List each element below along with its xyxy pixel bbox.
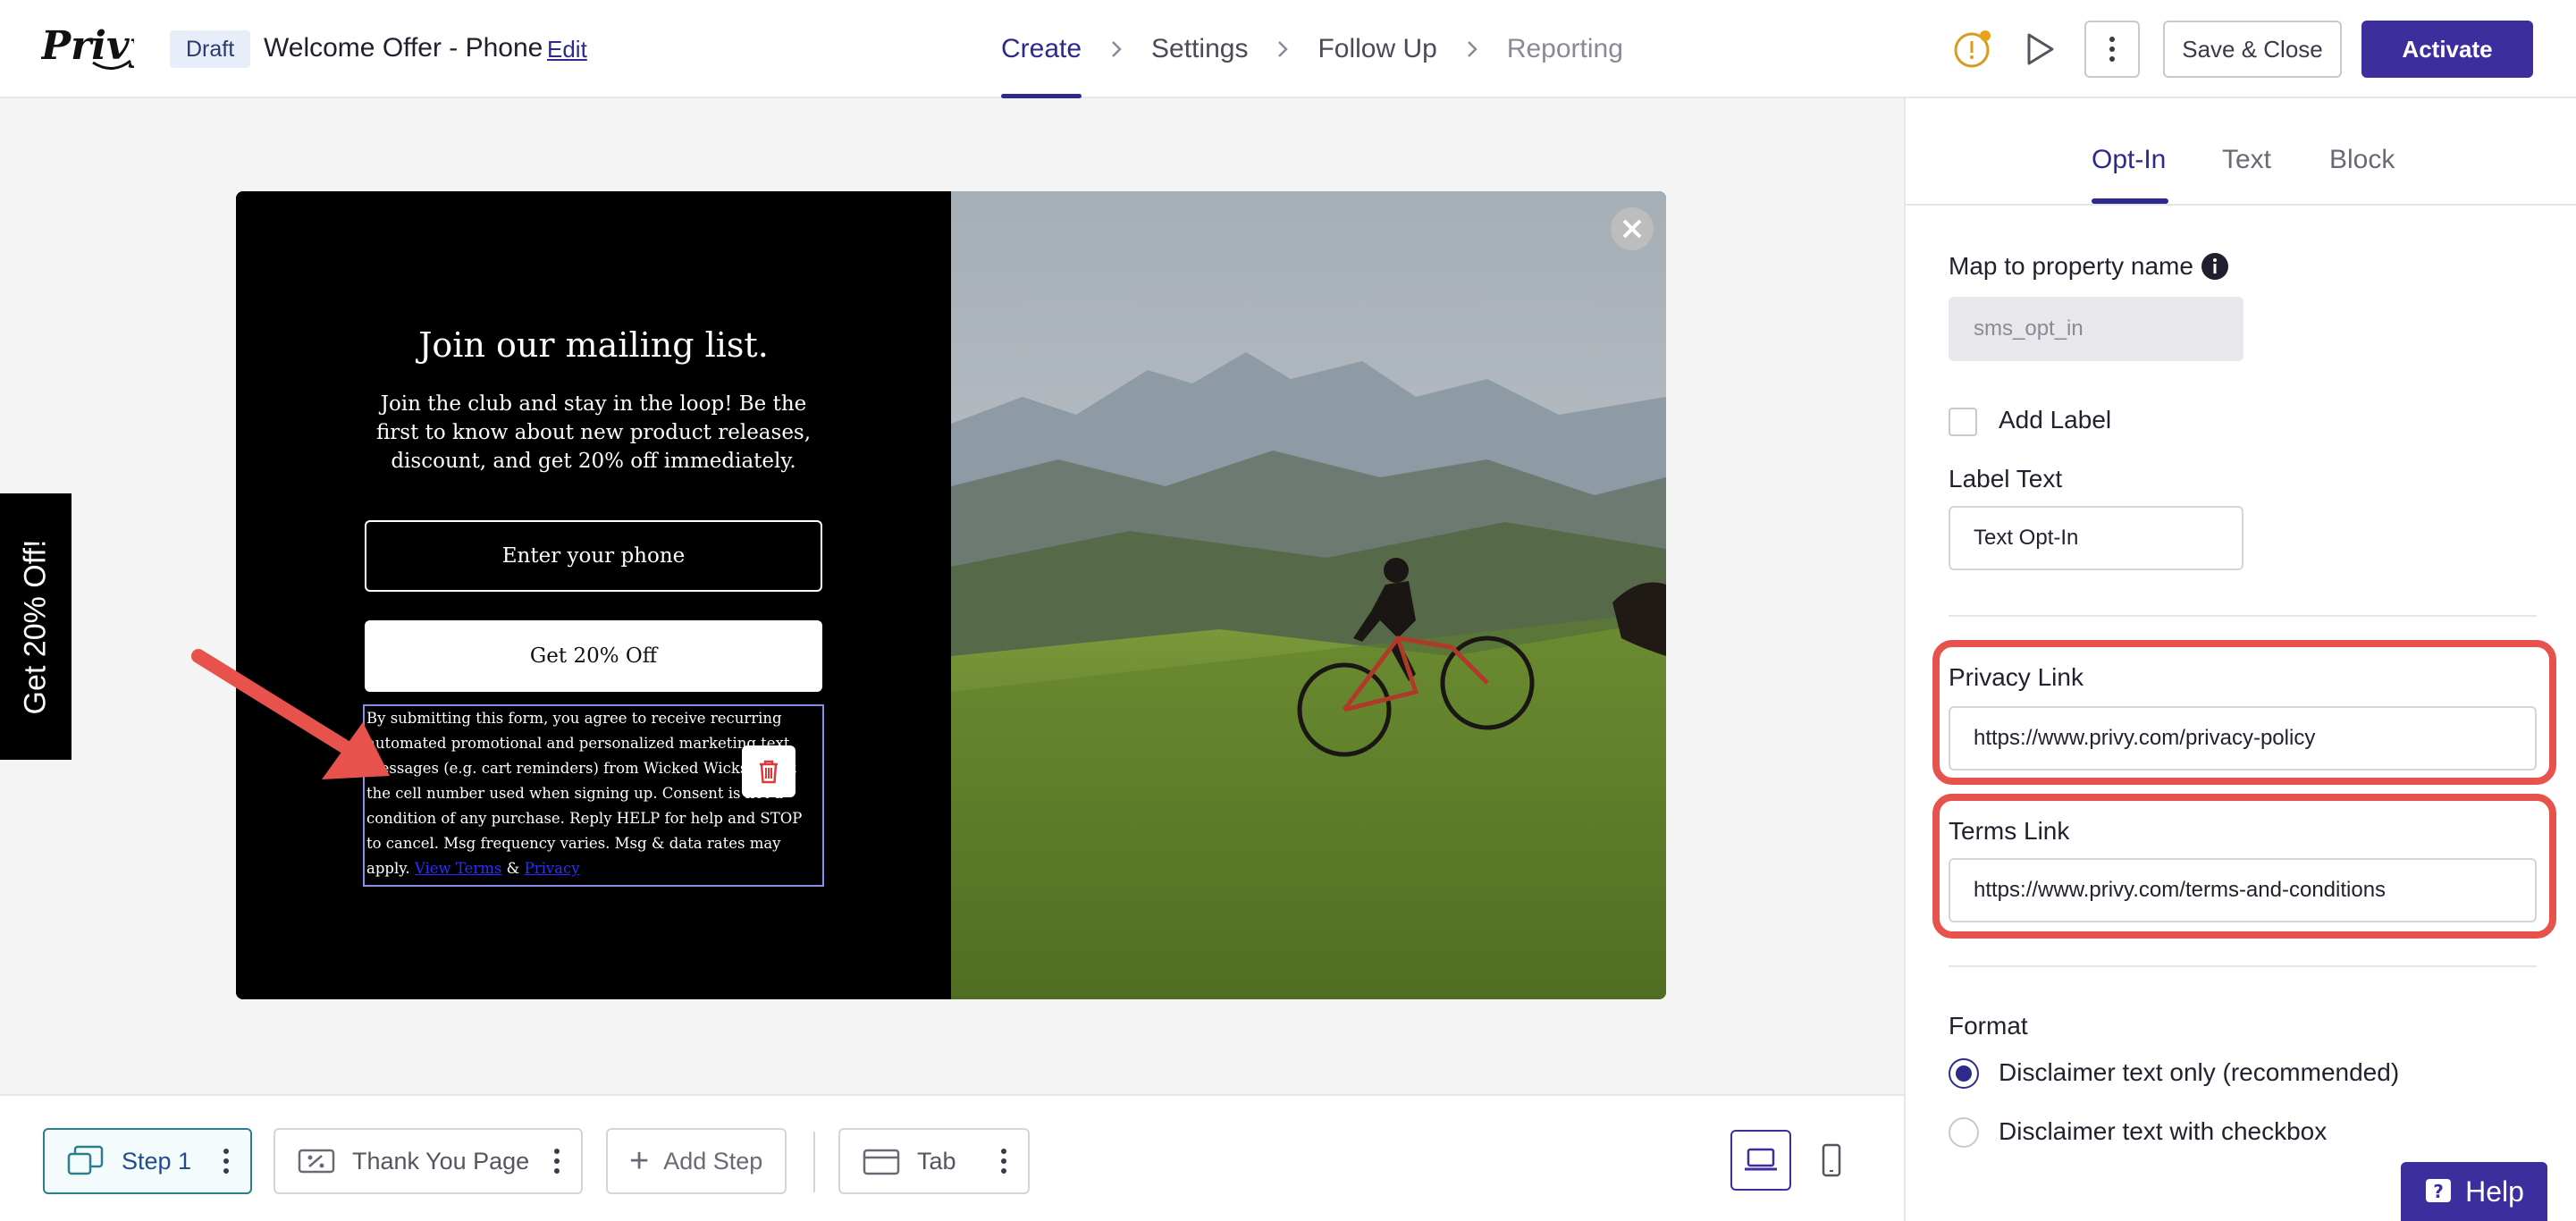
phone-icon [1822,1143,1841,1177]
campaign-steps-nav: Create Settings Follow Up Reporting [1001,0,1623,98]
divider [813,1132,815,1192]
steps-bottom-bar: Step 1 Thank You Page + Add Step Tab [0,1094,1904,1221]
delete-block-button[interactable] [742,745,796,797]
side-tab-text: Get 20% Off! [18,539,53,714]
save-close-button[interactable]: Save & Close [2163,21,2342,78]
tab-opt-in[interactable]: Opt-In [2092,145,2166,175]
nav-step-settings[interactable]: Settings [1151,0,1248,98]
mountain-bike-photo [951,191,1666,999]
step-tab-thank-you[interactable]: Thank You Page [274,1128,583,1194]
privacy-link-label: Privacy Link [1949,663,2084,691]
edit-title-link[interactable]: Edit [547,32,587,66]
tab-block[interactable]: Block [2329,145,2395,175]
mobile-view-button[interactable] [1809,1130,1854,1191]
tab-text[interactable]: Text [2222,145,2271,175]
help-button[interactable]: ? Help [2401,1162,2547,1221]
active-tab-indicator [2092,198,2168,204]
divider [1949,965,2537,967]
warning-icon[interactable] [1952,29,1993,70]
divider [1949,615,2537,617]
trash-icon [760,760,778,784]
format-radio-text-only[interactable] [1949,1058,1979,1089]
kebab-icon[interactable] [552,1148,561,1175]
help-chat-icon: ? [2426,1179,2452,1202]
popup-icon [67,1145,104,1175]
label-text-input[interactable]: Text Opt-In [1949,506,2243,570]
privy-logo[interactable]: Privy [41,20,134,75]
panel-tabs: Opt-In Text Block [1906,98,2576,206]
coupon-icon [298,1149,335,1174]
campaign-title: Welcome Offer - Phone [264,33,543,63]
laptop-icon [1745,1148,1777,1171]
svg-text:?: ? [2433,1181,2444,1202]
terms-link[interactable]: View Terms [415,860,502,877]
format-option-text-only[interactable]: Disclaimer text only (recommended) [1999,1058,2399,1087]
format-option-with-checkbox[interactable]: Disclaimer text with checkbox [1999,1117,2327,1146]
tab-icon [863,1149,900,1175]
disclaimer-text: By submitting this form, you agree to re… [366,710,803,877]
nav-step-reporting[interactable]: Reporting [1507,0,1623,98]
step-label: Thank You Page [352,1147,530,1175]
plus-icon: + [629,1141,650,1180]
add-label-text[interactable]: Add Label [1999,406,2111,434]
format-label: Format [1949,1012,2028,1040]
side-tab-teaser[interactable]: Get 20% Off! [0,493,72,760]
help-label: Help [2465,1175,2524,1208]
get-offer-button[interactable]: Get 20% Off [365,620,822,692]
chevron-right-icon [1112,41,1122,57]
terms-link-input[interactable]: https://www.privy.com/terms-and-conditio… [1949,858,2537,922]
chevron-right-icon [1278,41,1289,57]
info-icon[interactable] [2201,252,2229,281]
privacy-link-input[interactable]: https://www.privy.com/privacy-policy [1949,706,2537,770]
popup-heading[interactable]: Join our mailing list. [236,325,951,365]
svg-text:Privy: Privy [41,23,134,69]
popup-content-panel: Join our mailing list. Join the club and… [236,191,951,999]
more-options-button[interactable] [2084,21,2140,78]
popup-close-icon[interactable] [1609,206,1655,252]
terms-link-label: Terms Link [1949,817,2070,845]
privacy-link[interactable]: Privacy [525,860,580,877]
popup-hero-image [951,191,1666,999]
add-step-button[interactable]: + Add Step [606,1128,787,1194]
status-badge: Draft [170,30,251,68]
properties-panel: Opt-In Text Block Map to property name s… [1904,98,2576,1221]
format-radio-with-checkbox[interactable] [1949,1117,1979,1148]
add-label-checkbox[interactable] [1949,408,1977,436]
activate-button[interactable]: Activate [2361,21,2533,78]
nav-step-create[interactable]: Create [1001,0,1082,98]
phone-input[interactable]: Enter your phone [365,520,822,592]
property-name-input: sms_opt_in [1949,297,2243,361]
popup-body-text[interactable]: Join the club and stay in the loop! Be t… [361,390,826,476]
label-text-label: Label Text [1949,465,2063,493]
top-bar: Privy Draft Welcome Offer - Phone Edit C… [0,0,2576,98]
kebab-icon [2109,37,2115,62]
kebab-icon[interactable] [222,1148,231,1175]
kebab-icon[interactable] [999,1148,1008,1175]
nav-step-follow-up[interactable]: Follow Up [1317,0,1436,98]
property-name-label: Map to property name [1949,252,2193,280]
step-tab-step-1[interactable]: Step 1 [43,1128,252,1194]
annotation-arrow-icon [191,649,390,779]
chevron-right-icon [1467,41,1477,57]
step-label: Tab [917,1147,956,1175]
preview-play-icon[interactable] [2022,30,2058,68]
add-step-label: Add Step [663,1147,763,1175]
popup-preview: Join our mailing list. Join the club and… [236,191,1666,999]
ampersand: & [506,860,520,877]
step-tab-tab[interactable]: Tab [838,1128,1030,1194]
step-label: Step 1 [122,1147,192,1175]
desktop-view-button[interactable] [1730,1130,1791,1191]
